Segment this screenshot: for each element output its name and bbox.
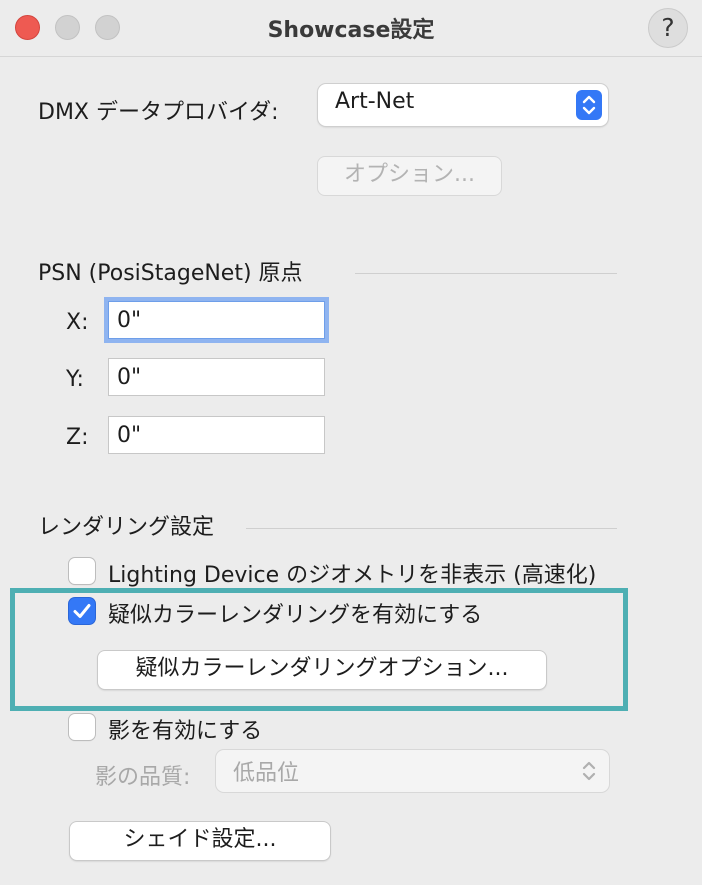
shadow-quality-popup[interactable]: 低品位 bbox=[216, 750, 609, 792]
rendering-group-header: レンダリング設定 bbox=[38, 515, 215, 540]
window-title: Showcase設定 bbox=[267, 18, 435, 43]
hide-geometry-checkbox[interactable] bbox=[69, 558, 95, 584]
shadow-quality-value: 低品位 bbox=[233, 761, 300, 786]
checkmark-icon bbox=[73, 604, 91, 618]
pseudo-color-checkbox[interactable] bbox=[69, 598, 95, 624]
psn-x-input[interactable] bbox=[109, 302, 324, 338]
help-button[interactable]: ? bbox=[648, 8, 688, 48]
shade-settings-button[interactable]: シェイド設定... bbox=[70, 822, 330, 860]
pseudo-color-label[interactable]: 疑似カラーレンダリングを有効にする bbox=[108, 597, 482, 629]
psn-z-input[interactable] bbox=[109, 417, 324, 453]
dmx-provider-value: Art-Net bbox=[335, 89, 415, 114]
psn-group-header: PSN (PosiStageNet) 原点 bbox=[38, 261, 303, 286]
dmx-options-button[interactable]: オプション... bbox=[318, 157, 501, 195]
psn-x-label: X: bbox=[66, 310, 89, 335]
psn-group-divider bbox=[355, 273, 617, 274]
psn-y-input[interactable] bbox=[109, 359, 324, 395]
rendering-group-divider bbox=[246, 528, 617, 529]
pseudo-color-options-button[interactable]: 疑似カラーレンダリングオプション... bbox=[98, 651, 546, 689]
psn-y-label: Y: bbox=[66, 367, 84, 392]
hide-geometry-label[interactable]: Lighting Device のジオメトリを非表示 (高速化) bbox=[108, 557, 596, 589]
psn-x-field[interactable] bbox=[108, 301, 325, 339]
shadow-quality-label: 影の品質: bbox=[95, 765, 191, 790]
shadows-label[interactable]: 影を有効にする bbox=[108, 713, 262, 745]
psn-z-label: Z: bbox=[66, 425, 89, 450]
psn-y-field[interactable] bbox=[108, 358, 325, 396]
psn-z-field[interactable] bbox=[108, 416, 325, 454]
shadows-checkbox[interactable] bbox=[69, 714, 95, 740]
title-divider bbox=[0, 56, 702, 57]
popup-stepper-icon bbox=[576, 90, 602, 120]
popup-stepper-icon bbox=[579, 756, 599, 786]
title-bar: Showcase設定 ? bbox=[0, 0, 702, 56]
dmx-provider-popup[interactable]: Art-Net bbox=[318, 84, 608, 126]
dmx-provider-label: DMX データプロバイダ: bbox=[38, 100, 279, 125]
